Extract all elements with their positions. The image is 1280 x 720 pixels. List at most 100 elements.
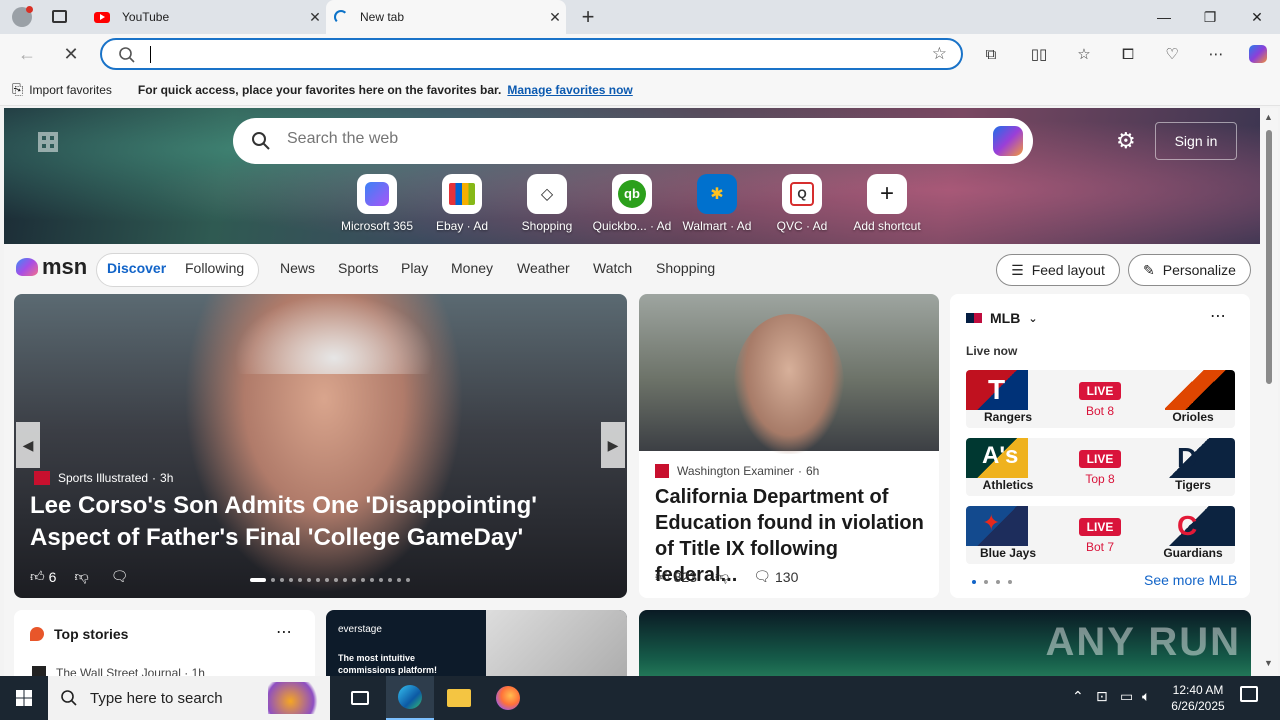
scrollbar-thumb[interactable] [1266, 130, 1272, 384]
tab-new-tab[interactable]: New tab ✕ [326, 0, 566, 34]
shortcut-microsoft365[interactable]: Microsoft 365 [332, 174, 422, 233]
more-options-icon[interactable]: ⋯ [1210, 306, 1226, 326]
mlb-header[interactable]: MLB ⌄ [966, 310, 1038, 326]
windows-start-icon[interactable] [0, 676, 48, 720]
comment-icon[interactable]: 🗨︎ [111, 568, 129, 585]
tray-overflow-icon[interactable]: ⌃ [1072, 688, 1084, 705]
address-bar[interactable]: ☆ [100, 38, 963, 70]
collections-icon[interactable]: ⧠ [1115, 42, 1141, 66]
copilot-icon[interactable] [1245, 42, 1271, 66]
shortcut-ebay[interactable]: Ebay · Ad [417, 174, 507, 233]
nav-money[interactable]: Money [451, 260, 493, 276]
favorite-star-icon[interactable]: ☆ [932, 44, 947, 64]
minimize-button[interactable]: — [1141, 0, 1187, 34]
sign-in-button[interactable]: Sign in [1155, 122, 1237, 160]
network-icon[interactable]: ⊡ [1096, 688, 1108, 705]
news-story-card[interactable]: Washington Examiner · 6h California Depa… [639, 294, 939, 598]
comment-icon[interactable]: 🗨︎ [753, 568, 771, 585]
carousel-dot[interactable] [250, 578, 266, 582]
firefox-icon[interactable] [484, 676, 532, 720]
scroll-down-icon[interactable]: ▼ [1264, 658, 1273, 668]
clock[interactable]: 12:40 AM 6/26/2025 [1168, 682, 1228, 714]
more-options-icon[interactable]: ⋯ [1203, 42, 1229, 66]
pager-dot[interactable] [1008, 580, 1012, 584]
carousel-dot[interactable] [271, 578, 275, 582]
wifi-icon[interactable]: ▭ [1120, 688, 1133, 705]
carousel-dot[interactable] [334, 578, 338, 582]
carousel-dot[interactable] [307, 578, 311, 582]
favorites-icon[interactable]: ☆ [1071, 42, 1097, 66]
carousel-dot[interactable] [379, 578, 383, 582]
scroll-up-icon[interactable]: ▲ [1264, 112, 1273, 122]
carousel-dot[interactable] [316, 578, 320, 582]
nav-watch[interactable]: Watch [593, 260, 632, 276]
import-favorites-button[interactable]: ⎘ Import favorites [12, 81, 112, 98]
more-options-icon[interactable]: ⋯ [276, 622, 292, 642]
task-view-icon[interactable] [336, 676, 384, 720]
carousel-dot[interactable] [397, 578, 401, 582]
carousel-dot[interactable] [370, 578, 374, 582]
thumbs-down-icon[interactable]: 👎︎ [715, 568, 729, 585]
feed-layout-button[interactable]: ☰ Feed layout [996, 254, 1120, 286]
close-icon[interactable]: ✕ [304, 9, 326, 26]
file-explorer-icon[interactable] [435, 676, 483, 720]
top-stories-header[interactable]: Top stories [30, 626, 128, 642]
nav-shopping[interactable]: Shopping [656, 260, 715, 276]
nav-weather[interactable]: Weather [517, 260, 570, 276]
new-tab-button[interactable]: + [576, 4, 600, 30]
taskbar-search[interactable]: Type here to search [48, 676, 330, 720]
volume-icon[interactable]: 🔈︎ [1142, 688, 1150, 705]
copilot-icon[interactable] [993, 126, 1023, 156]
split-screen-icon[interactable]: ▯▯ [1026, 42, 1052, 66]
thumbs-down-icon[interactable]: 👎︎ [74, 568, 88, 585]
game-row[interactable]: A's D Athletics Tigers LIVE Top 8 [966, 438, 1235, 496]
pager-dot[interactable] [972, 580, 976, 584]
back-button[interactable]: ← [12, 40, 42, 68]
nav-play[interactable]: Play [401, 260, 428, 276]
nav-sports[interactable]: Sports [338, 260, 378, 276]
profile-icon[interactable] [12, 6, 33, 27]
carousel-dot[interactable] [289, 578, 293, 582]
browser-essentials-icon[interactable]: ♡ [1159, 42, 1185, 66]
page-scrollbar[interactable]: ▲ ▼ [1260, 108, 1278, 676]
tab-actions-icon[interactable] [52, 10, 67, 23]
shortcut-shopping[interactable]: ◇ Shopping [502, 174, 592, 233]
carousel-dot[interactable] [352, 578, 356, 582]
carousel-dot[interactable] [343, 578, 347, 582]
stop-button[interactable]: ✕ [56, 40, 86, 68]
tab-following[interactable]: Following [185, 260, 244, 276]
game-row[interactable]: ✦ C Blue Jays Guardians LIVE Bot 7 [966, 506, 1235, 564]
game-row[interactable]: T Rangers Orioles LIVE Bot 8 [966, 370, 1235, 428]
tab-youtube[interactable]: YouTube ✕ [86, 0, 326, 34]
add-shortcut-button[interactable]: + Add shortcut [842, 174, 932, 233]
web-search-input[interactable] [287, 130, 967, 148]
pager-dot[interactable] [984, 580, 988, 584]
aurora-image-card[interactable]: ANY RUN [639, 610, 1251, 676]
story-headline[interactable]: Lee Corso's Son Admits One 'Disappointin… [30, 490, 610, 554]
featured-story-card[interactable]: ◀ ▶ Sports Illustrated · 3h Lee Corso's … [14, 294, 627, 598]
carousel-dot[interactable] [298, 578, 302, 582]
nav-news[interactable]: News [280, 260, 315, 276]
ad-card[interactable]: everstage The most intuitive commissions… [326, 610, 627, 676]
carousel-dot[interactable] [325, 578, 329, 582]
restore-button[interactable]: ❐ [1187, 0, 1233, 34]
apps-grid-icon[interactable] [38, 132, 58, 152]
carousel-prev-button[interactable]: ◀ [16, 422, 40, 468]
notifications-icon[interactable] [1240, 686, 1258, 702]
carousel-dot[interactable] [388, 578, 392, 582]
shortcut-walmart[interactable]: ✱ Walmart · Ad [672, 174, 762, 233]
carousel-dot[interactable] [406, 578, 410, 582]
personalize-button[interactable]: ✎ Personalize [1128, 254, 1251, 286]
carousel-next-button[interactable]: ▶ [601, 422, 625, 468]
close-window-button[interactable]: ✕ [1234, 0, 1280, 34]
close-icon[interactable]: ✕ [544, 9, 566, 26]
pager-dot[interactable] [996, 580, 1000, 584]
edge-taskbar-icon[interactable] [386, 676, 434, 720]
tab-discover[interactable]: Discover [107, 260, 166, 276]
thumbs-up-icon[interactable]: 👍︎ [655, 568, 670, 585]
extensions-icon[interactable]: ⧉ [978, 42, 1004, 66]
shortcut-quickbooks[interactable]: qb Quickbo... · Ad [587, 174, 677, 233]
msn-logo[interactable]: msn [16, 254, 87, 280]
settings-gear-icon[interactable]: ⚙ [1116, 128, 1136, 154]
shortcut-qvc[interactable]: Q QVC · Ad [757, 174, 847, 233]
